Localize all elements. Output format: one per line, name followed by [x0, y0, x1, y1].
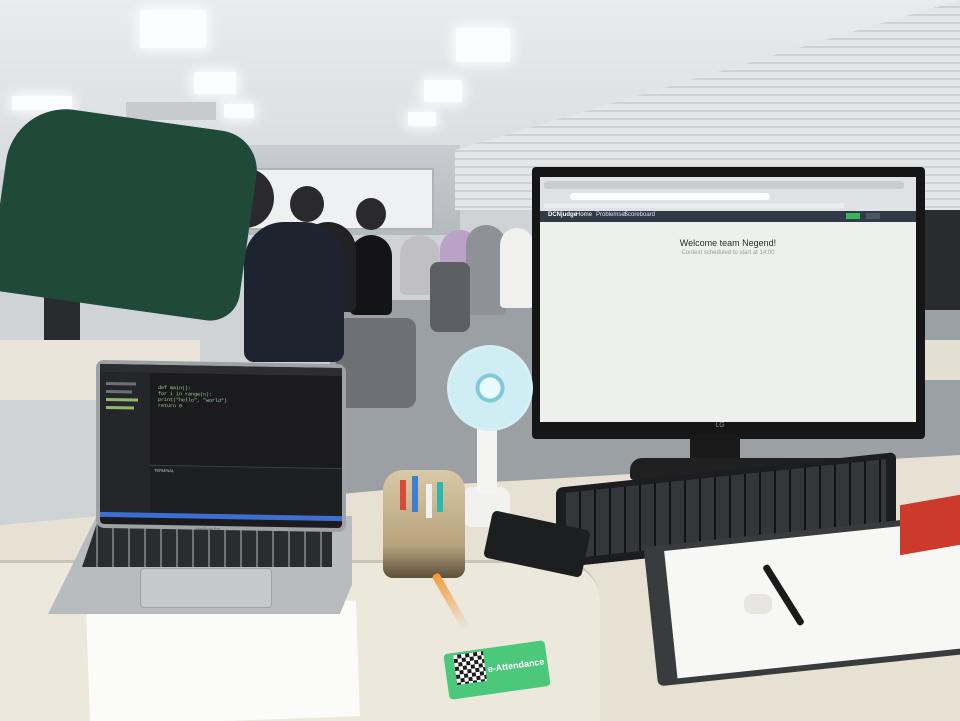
- editor-sidebar: [100, 371, 150, 513]
- paper-sheet: [86, 600, 360, 721]
- status-badge: [846, 213, 860, 219]
- welcome-subtitle: Contest scheduled to start at 14:00: [681, 250, 775, 256]
- nav-problemset[interactable]: Problemset: [596, 212, 626, 218]
- nav-home[interactable]: Home: [576, 212, 592, 218]
- ceiling-light: [12, 96, 72, 110]
- marker: [437, 482, 443, 512]
- ceiling-light: [424, 80, 462, 102]
- projector: [126, 102, 216, 120]
- laptop-label: MacBook Pro: [196, 526, 221, 531]
- ceiling-light: [224, 104, 254, 118]
- classroom-scene: DCNjudge Home Problemset Scoreboard Welc…: [0, 0, 960, 721]
- background-person: [500, 228, 534, 308]
- fan-stem: [477, 420, 497, 495]
- eraser: [744, 594, 772, 614]
- right-monitor: [922, 210, 960, 310]
- marker: [426, 484, 432, 518]
- ceiling-light: [140, 10, 206, 48]
- ceiling-light: [194, 72, 236, 94]
- chair: [430, 262, 470, 332]
- monitor-brand-logo: LG: [715, 422, 725, 429]
- red-notebook: [900, 494, 960, 556]
- browser-chrome: [540, 177, 916, 211]
- laptop-screen: def main(): for i in range(n): print("he…: [96, 359, 346, 533]
- person-head: [356, 198, 386, 230]
- desk-fan: [447, 345, 533, 431]
- judge-nav-bar: DCNjudge Home Problemset Scoreboard: [540, 211, 916, 222]
- file-tree-item: [106, 389, 132, 394]
- code-editor[interactable]: def main(): for i in range(n): print("he…: [158, 385, 227, 410]
- laptop-trackpad[interactable]: [140, 568, 272, 608]
- pen-pouch: [383, 470, 465, 578]
- code-line: return 0: [158, 402, 183, 410]
- welcome-title: Welcome team Negend!: [679, 238, 777, 248]
- ceiling-light: [408, 112, 436, 126]
- terminal-label: TERMINAL: [154, 467, 175, 474]
- browser-tab-strip[interactable]: [544, 181, 904, 189]
- file-tree-item: [106, 405, 134, 410]
- qr-code-icon: [453, 651, 487, 685]
- file-tree-item: [106, 397, 138, 402]
- bookmarks-bar: [544, 203, 844, 208]
- person-navy-sweater: [244, 222, 344, 362]
- terminal-panel[interactable]: TERMINAL: [150, 464, 342, 518]
- marker: [400, 480, 406, 510]
- person-head: [290, 186, 324, 222]
- address-bar[interactable]: [570, 193, 770, 200]
- marker: [412, 476, 418, 512]
- judge-page: Welcome team Negend! Contest scheduled t…: [540, 222, 916, 422]
- sticker-text: e-Attendance: [487, 656, 545, 675]
- chair: [336, 318, 416, 408]
- person-black-shirt: [350, 235, 392, 315]
- person-green-hoodie: [0, 101, 263, 325]
- ceiling-light: [456, 28, 510, 62]
- nav-scoreboard[interactable]: Scoreboard: [624, 212, 655, 218]
- judge-brand[interactable]: DCNjudge: [548, 212, 577, 218]
- user-button[interactable]: [866, 213, 880, 219]
- file-tree-item: [106, 381, 136, 386]
